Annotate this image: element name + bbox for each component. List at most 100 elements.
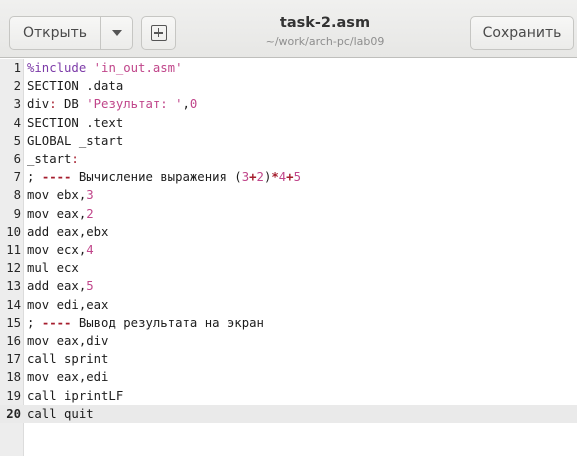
code-text: %include 'in_out.asm'	[27, 59, 182, 77]
code-token: 'in_out.asm'	[93, 61, 183, 75]
code-token: call iprintLF	[27, 388, 124, 403]
code-text: mov ebx,3	[27, 186, 94, 204]
code-line[interactable]: 4 SECTION .text	[0, 114, 577, 132]
code-line[interactable]: 10 add eax,ebx	[0, 223, 577, 241]
code-token: add eax,ebx	[27, 224, 109, 239]
code-token: mov eax,	[27, 206, 87, 221]
code-token: 2	[256, 170, 264, 185]
code-text: mov eax,edi	[27, 368, 108, 386]
line-number: 4	[13, 115, 21, 130]
code-text: SECTION .data	[27, 77, 123, 95]
code-token: 5	[86, 279, 94, 294]
code-token: %include	[27, 61, 94, 75]
code-line[interactable]: 16 mov eax,div	[0, 332, 577, 350]
line-number: 11	[6, 243, 21, 257]
code-token: 3	[241, 170, 250, 185]
code-text: mov edi,eax	[27, 296, 108, 314]
code-text: add eax,5	[27, 277, 94, 295]
code-text: _start:	[27, 150, 79, 168]
code-token: 5	[293, 170, 301, 185]
line-number: 13	[6, 279, 21, 294]
code-line[interactable]: 1 %include 'in_out.asm'	[0, 59, 577, 77]
line-number: 12	[6, 261, 21, 276]
code-text: add eax,ebx	[27, 223, 108, 241]
header-bar: Открыть task-2.asm ~/work/arch-pc/lab09 …	[0, 0, 577, 58]
code-token: :	[71, 152, 79, 166]
open-menu-button[interactable]	[100, 16, 133, 50]
code-token: 'Результат: '	[86, 97, 183, 112]
code-token: +	[249, 170, 257, 185]
code-line[interactable]: 5 GLOBAL _start	[0, 132, 577, 150]
code-token: +	[286, 170, 294, 185]
code-line[interactable]: 14 mov edi,eax	[0, 296, 577, 314]
new-document-button[interactable]	[141, 16, 176, 50]
code-token: 3	[86, 188, 94, 203]
code-text: mov ecx,4	[27, 241, 94, 259]
code-token: *	[271, 170, 279, 185]
line-number: 7	[13, 170, 21, 185]
code-token: add eax,	[27, 279, 87, 294]
code-token: 2	[86, 206, 94, 221]
line-number: 1	[13, 61, 21, 75]
code-token: _start	[27, 152, 72, 166]
code-token: SECTION .text	[27, 115, 124, 130]
code-line[interactable]: 11 mov ecx,4	[0, 241, 577, 259]
code-text: mul ecx	[27, 259, 79, 277]
code-text: mov eax,2	[27, 205, 94, 223]
new-document-icon	[150, 25, 167, 41]
code-line[interactable]: 3 div: DB 'Результат: ',0	[0, 95, 577, 113]
line-number: 5	[13, 133, 21, 148]
code-text: ; ---- Вывод результата на экран	[27, 314, 264, 332]
code-line[interactable]: 13 add eax,5	[0, 277, 577, 295]
line-number: 9	[13, 206, 21, 221]
line-number: 17	[6, 352, 21, 367]
code-text: ; ---- Вычисление выражения (3+2)*4+5	[27, 168, 301, 186]
code-token: mul ecx	[27, 261, 79, 276]
code-line[interactable]: 19 call iprintLF	[0, 387, 577, 405]
code-line[interactable]: 12 mul ecx	[0, 259, 577, 277]
code-token: mov eax,edi	[27, 370, 109, 385]
code-text: SECTION .text	[27, 114, 123, 132]
code-token: ;	[27, 315, 42, 330]
code-token: 0	[189, 97, 198, 112]
code-line[interactable]: 17 call sprint	[0, 350, 577, 368]
document-title: task-2.asm	[279, 15, 371, 31]
code-token: mov eax,div	[27, 334, 109, 348]
code-line[interactable]: 18 mov eax,edi	[0, 368, 577, 386]
code-text: call quit	[27, 405, 94, 423]
code-token: mov ecx,	[27, 243, 87, 257]
open-button[interactable]: Открыть	[9, 16, 101, 50]
code-token: call sprint	[27, 352, 109, 367]
window-title-area: task-2.asm ~/work/arch-pc/lab09	[200, 15, 450, 48]
code-line[interactable]: 2 SECTION .data	[0, 77, 577, 95]
line-number: 2	[13, 79, 21, 94]
line-number: 6	[13, 152, 21, 166]
code-line[interactable]: 20 call quit	[0, 404, 577, 423]
code-token: ----	[41, 315, 72, 330]
code-token: SECTION .data	[27, 79, 124, 94]
code-line[interactable]: 6 _start:	[0, 150, 577, 168]
text-editor[interactable]: 1 %include 'in_out.asm' 2 SECTION .data 3 div…	[0, 59, 577, 456]
line-number: 3	[13, 97, 21, 112]
code-token: call quit	[27, 406, 94, 421]
code-token: ----	[41, 170, 72, 185]
code-token: Вычисление выражения (	[71, 170, 242, 185]
code-token: Вывод результата на экран	[71, 315, 264, 330]
code-line[interactable]: 9 mov eax,2	[0, 205, 577, 223]
line-number: 20	[6, 406, 21, 421]
code-text: div: DB 'Результат: ',0	[27, 95, 197, 113]
code-token: DB	[56, 97, 87, 112]
code-token: ;	[27, 170, 42, 185]
line-number: 15	[6, 315, 21, 330]
line-number: 19	[6, 388, 21, 403]
code-line[interactable]: 7 ; ---- Вычисление выражения (3+2)*4+5	[0, 168, 577, 186]
code-text: mov eax,div	[27, 332, 108, 350]
save-button[interactable]: Сохранить	[470, 16, 574, 50]
line-number: 18	[6, 370, 21, 385]
line-number: 8	[13, 188, 21, 203]
code-line[interactable]: 15; ---- Вывод результата на экран	[0, 314, 577, 332]
code-line[interactable]: 8 mov ebx,3	[0, 186, 577, 204]
code-token: div	[27, 97, 50, 112]
code-token: mov edi,eax	[27, 297, 109, 312]
code-text: call iprintLF	[27, 387, 123, 405]
